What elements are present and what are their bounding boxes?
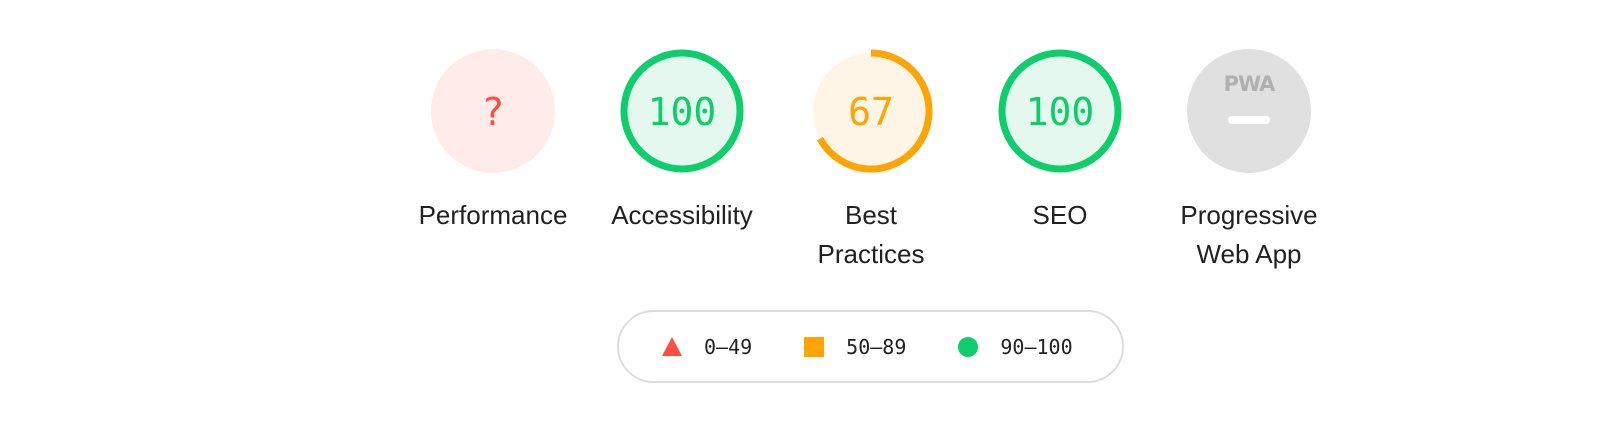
pwa-dash-icon [1228, 116, 1270, 124]
gauge-pwa-background [1187, 49, 1311, 173]
gauge-pwa[interactable]: PWA Progressive Web App [1154, 48, 1344, 274]
legend-item-fail: 0–49 [662, 335, 752, 359]
legend-item-pass: 90–100 [958, 334, 1073, 359]
gauge-seo[interactable]: 100 SEO [965, 48, 1155, 235]
gauge-seo-label: SEO [1032, 200, 1088, 230]
score-scale-legend: 0–49 50–89 90–100 [617, 310, 1124, 383]
gauge-best-practices-label: Best Practices [776, 196, 966, 274]
gauge-accessibility-label: Accessibility [611, 200, 753, 230]
gauge-accessibility[interactable]: 100 Accessibility [587, 48, 777, 235]
gauge-best-practices-score: 67 [848, 90, 894, 134]
legend-item-average: 50–89 [804, 335, 906, 359]
gauge-performance-graphic: ? [431, 49, 555, 173]
gauge-accessibility-score: 100 [648, 90, 717, 134]
gauge-best-practices-label-line2: Practices [817, 239, 925, 269]
gauge-seo-score: 100 [1026, 90, 1095, 134]
gauge-best-practices-graphic: 67 [809, 49, 933, 173]
square-icon [804, 336, 825, 357]
gauge-accessibility-graphic: 100 [620, 49, 744, 173]
gauge-pwa-label: Progressive Web App [1154, 196, 1344, 274]
pwa-badge-icon: PWA [1224, 72, 1277, 96]
gauge-pwa-graphic: PWA [1187, 49, 1311, 173]
score-gauges: ? Performance 100 Accessibility 67 Best P… [0, 48, 1607, 278]
gauge-pwa-label-line1: Progressive [1180, 200, 1318, 230]
legend-range-pass: 90–100 [1000, 334, 1073, 359]
gauge-best-practices-label-line1: Best [844, 200, 898, 230]
circle-icon [958, 336, 979, 357]
triangle-icon [662, 337, 682, 356]
gauge-performance-score: ? [482, 90, 505, 134]
gauge-performance-label: Performance [418, 200, 568, 230]
gauge-pwa-label-line2: Web App [1196, 239, 1302, 269]
legend-range-average: 50–89 [846, 334, 907, 359]
gauge-best-practices[interactable]: 67 Best Practices [776, 48, 966, 274]
gauge-performance[interactable]: ? Performance [398, 48, 588, 235]
gauge-seo-graphic: 100 [998, 49, 1122, 173]
legend-range-fail: 0–49 [704, 334, 753, 359]
